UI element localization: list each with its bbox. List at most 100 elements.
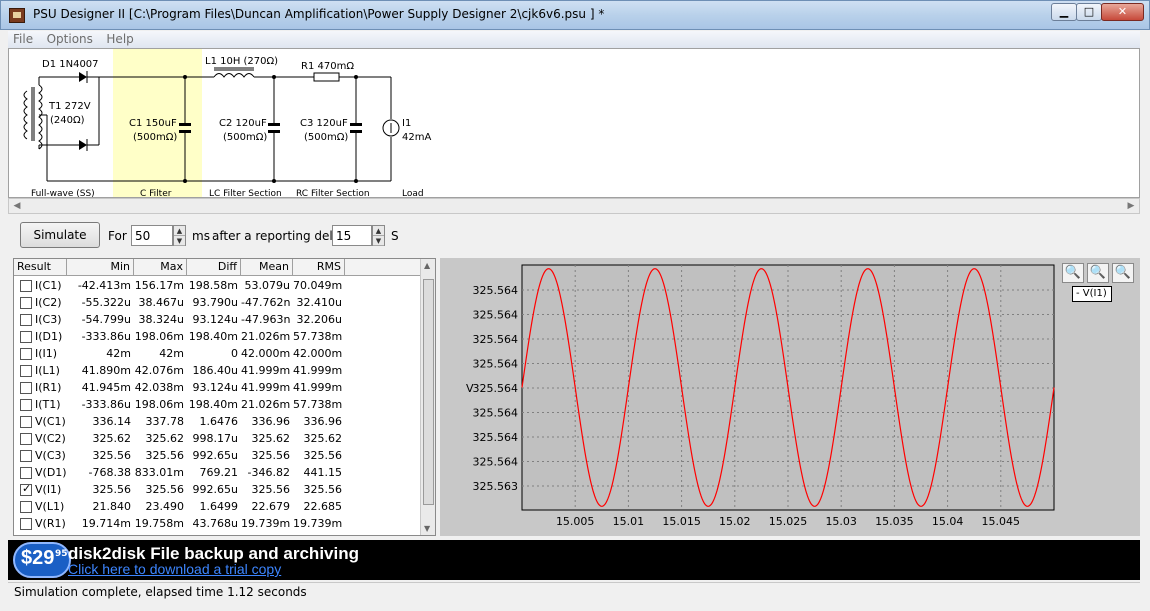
spin-down-icon[interactable]: ▼ <box>373 236 384 246</box>
result-name: I(T1) <box>35 398 61 411</box>
duration-spinner[interactable]: ▲ ▼ <box>173 225 186 246</box>
result-name-cell[interactable]: V(C3) <box>14 449 74 462</box>
result-name-cell[interactable]: V(R1) <box>14 517 74 530</box>
cell-mean: 336.96 <box>251 415 291 428</box>
cell-max: 325.62 <box>145 432 185 445</box>
result-checkbox[interactable] <box>20 449 32 462</box>
table-row[interactable]: I(C3) -54.799u 38.324u 93.124u -47.963n 32.20… <box>14 311 420 328</box>
table-row[interactable]: V(C2) 325.62 325.62 998.17u 325.62 325.62 <box>14 430 420 447</box>
result-checkbox[interactable] <box>20 500 32 513</box>
result-checkbox[interactable] <box>20 432 32 445</box>
result-checkbox[interactable] <box>20 296 32 309</box>
result-name-cell[interactable]: I(C1) <box>14 279 74 292</box>
table-row[interactable]: V(C3) 325.56 325.56 992.65u 325.56 325.56 <box>14 447 420 464</box>
scroll-right-arrow-icon[interactable]: ▶ <box>1123 199 1139 213</box>
result-name: I(R1) <box>35 381 62 394</box>
table-row[interactable]: I(T1) -333.86u 198.06m 198.40m 21.026m 57.738… <box>14 396 420 413</box>
scroll-left-arrow-icon[interactable]: ◀ <box>9 199 25 213</box>
delay-input[interactable] <box>332 225 372 246</box>
table-row[interactable]: I(R1) 41.945m 42.038m 93.124u 41.999m 41.999m <box>14 379 420 396</box>
table-row[interactable]: I(C1) -42.413m 156.17m 198.58m 53.079u 70.049… <box>14 277 420 294</box>
result-name-cell[interactable]: I(C2) <box>14 296 74 309</box>
table-row[interactable]: V(D1) -768.38 833.01m 769.21 -346.82 441.15 <box>14 464 420 481</box>
result-checkbox[interactable] <box>20 279 32 292</box>
cell-diff: 186.40u <box>192 364 238 377</box>
result-checkbox[interactable] <box>20 398 32 411</box>
spin-up-icon[interactable]: ▲ <box>174 226 185 236</box>
menu-help[interactable]: Help <box>101 31 138 46</box>
result-name: I(D1) <box>35 330 63 343</box>
y-tick-label: 325.564 <box>473 407 519 420</box>
result-checkbox[interactable] <box>20 364 32 377</box>
cell-rms: 325.62 <box>303 432 343 445</box>
transformer-symbol <box>23 76 79 181</box>
col-diff[interactable]: Diff <box>187 259 241 276</box>
banner-download-link[interactable]: Click here to download a trial copy <box>68 561 281 577</box>
col-max[interactable]: Max <box>134 259 187 276</box>
simulate-button[interactable]: Simulate <box>20 222 100 248</box>
minimize-button[interactable]: ▁ <box>1051 3 1077 21</box>
table-row[interactable]: I(C2) -55.322u 38.467u 93.790u -47.762n 32.41… <box>14 294 420 311</box>
result-name-cell[interactable]: I(L1) <box>14 364 74 377</box>
zoom-in-icon[interactable]: 🔍 <box>1062 263 1084 283</box>
table-row[interactable]: I(D1) -333.86u 198.06m 198.40m 21.026m 57.738… <box>14 328 420 345</box>
result-checkbox[interactable] <box>20 330 32 343</box>
table-row[interactable]: I(I1) 42m 42m 0 42.000m 42.000m <box>14 345 420 362</box>
cell-min: 42m <box>106 347 131 360</box>
result-name-cell[interactable]: I(R1) <box>14 381 74 394</box>
result-name-cell[interactable]: V(C1) <box>14 415 74 428</box>
table-row[interactable]: V(L1) 21.840 23.490 1.6499 22.679 22.685 <box>14 498 420 515</box>
cell-rms: 41.999m <box>293 381 343 394</box>
result-name-cell[interactable]: V(C2) <box>14 432 74 445</box>
cell-max: 19.758m <box>134 517 184 530</box>
close-button[interactable]: ✕ <box>1101 3 1144 21</box>
delay-spinner[interactable]: ▲ ▼ <box>372 225 385 246</box>
result-name-cell[interactable]: V(L1) <box>14 500 74 513</box>
result-checkbox[interactable] <box>20 466 32 479</box>
result-checkbox[interactable] <box>20 313 32 326</box>
table-row[interactable]: V(R1) 19.714m 19.758m 43.768u 19.739m 19.739m <box>14 515 420 532</box>
menu-file[interactable]: File <box>8 31 38 46</box>
spin-up-icon[interactable]: ▲ <box>373 226 384 236</box>
menu-options[interactable]: Options <box>42 31 98 46</box>
cell-min: 325.56 <box>92 449 132 462</box>
result-name-cell[interactable]: I(I1) <box>14 347 74 360</box>
ad-banner[interactable]: $29 95 disk2disk File backup and archivi… <box>8 540 1140 580</box>
cell-mean: 41.999m <box>241 381 291 394</box>
col-mean[interactable]: Mean <box>241 259 293 276</box>
schematic-panel[interactable]: D1 1N4007 T1 272V (240Ω) C1 150uF (500mΩ… <box>8 48 1140 198</box>
spin-down-icon[interactable]: ▼ <box>174 236 185 246</box>
result-checkbox[interactable] <box>20 415 32 428</box>
result-name-cell[interactable]: I(C3) <box>14 313 74 326</box>
cell-diff: 769.21 <box>199 466 239 479</box>
cell-rms: 22.685 <box>303 500 343 513</box>
result-name-cell[interactable]: I(T1) <box>14 398 74 411</box>
col-min[interactable]: Min <box>67 259 134 276</box>
result-name-cell[interactable]: I(D1) <box>14 330 74 343</box>
duration-input[interactable] <box>131 225 173 246</box>
table-row[interactable]: V(C1) 336.14 337.78 1.6476 336.96 336.96 <box>14 413 420 430</box>
result-name-cell[interactable]: V(I1) <box>14 482 74 496</box>
zoom-out-icon[interactable]: 🔍 <box>1087 263 1109 283</box>
col-result[interactable]: Result <box>14 259 67 276</box>
table-row[interactable]: V(I1) 325.56 325.56 992.65u 325.56 325.56 <box>14 481 420 498</box>
results-body: I(C1) -42.413m 156.17m 198.58m 53.079u 70.049… <box>14 277 420 532</box>
result-name-cell[interactable]: V(D1) <box>14 466 74 479</box>
scroll-up-arrow-icon[interactable]: ▲ <box>424 261 430 270</box>
results-vertical-scrollbar[interactable]: ▲ ▼ <box>420 259 435 535</box>
result-checkbox[interactable] <box>20 517 32 530</box>
schematic-horizontal-scrollbar[interactable]: ◀ ▶ <box>8 198 1140 214</box>
waveform-chart[interactable]: 325.564 325.564 325.564 325.564 325.564 325.5… <box>440 258 1140 536</box>
cell-max: 23.490 <box>145 500 185 513</box>
table-row[interactable]: I(L1) 41.890m 42.076m 186.40u 41.999m 41.999m <box>14 362 420 379</box>
col-rms[interactable]: RMS <box>293 259 345 276</box>
cell-min: -768.38 <box>88 466 131 479</box>
result-checkbox[interactable] <box>20 347 32 360</box>
result-checkbox[interactable] <box>20 482 32 496</box>
scroll-thumb[interactable] <box>423 279 434 505</box>
scroll-down-arrow-icon[interactable]: ▼ <box>424 524 430 533</box>
zoom-reset-icon[interactable]: 🔍 <box>1112 263 1134 283</box>
maximize-button[interactable]: □ <box>1076 3 1102 21</box>
result-checkbox[interactable] <box>20 381 32 394</box>
section-c-filter: C Filter <box>140 189 172 197</box>
